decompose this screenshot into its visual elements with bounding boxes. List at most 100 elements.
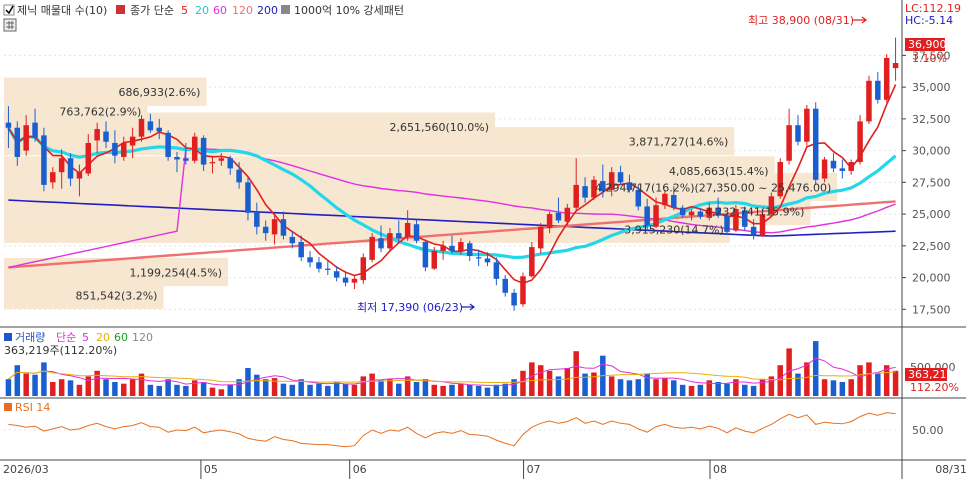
volume-bar bbox=[875, 373, 881, 396]
volume-bar bbox=[671, 380, 677, 396]
volume-profile-label: 2,651,560(10.0%) bbox=[389, 121, 489, 134]
candle-body bbox=[14, 127, 21, 157]
volume-bar bbox=[351, 384, 358, 396]
candle-body bbox=[50, 172, 56, 183]
candle-body bbox=[316, 262, 322, 269]
volume-bar bbox=[129, 379, 136, 396]
volume-bar bbox=[449, 384, 455, 396]
candle-body bbox=[325, 268, 331, 270]
candle-body bbox=[537, 226, 544, 249]
volume-bar bbox=[121, 383, 127, 396]
volume-bar bbox=[307, 384, 313, 396]
candle-body bbox=[227, 158, 233, 169]
current-change: 1.10% bbox=[912, 52, 947, 65]
candle-body bbox=[156, 127, 162, 132]
ma-60-label[interactable]: 60 bbox=[213, 4, 227, 17]
candle-body bbox=[422, 242, 429, 268]
volume-profile-label: 3,871,727(14.6%) bbox=[629, 136, 729, 149]
candle-body bbox=[200, 137, 207, 165]
price-tick-label: 35,000 bbox=[912, 81, 951, 94]
candle-body bbox=[697, 211, 704, 217]
volume-bar bbox=[795, 373, 801, 396]
candle-body bbox=[662, 193, 668, 206]
time-tick-label: 07 bbox=[527, 463, 541, 476]
volume-bar bbox=[50, 382, 56, 396]
checkbox-label: 제닉 매물대 수(10) bbox=[17, 4, 107, 17]
candle-body bbox=[502, 278, 508, 293]
candle-body bbox=[174, 156, 180, 160]
candle-body bbox=[236, 169, 242, 183]
volume-bar bbox=[493, 384, 500, 396]
ma-120-label[interactable]: 120 bbox=[232, 4, 253, 17]
time-tick-label: 08 bbox=[713, 463, 727, 476]
time-tick-label: 05 bbox=[204, 463, 218, 476]
volume-profile-label: 4,232,741(15.9%) bbox=[705, 206, 805, 219]
time-tick-label: 2026/03 bbox=[3, 463, 49, 476]
candle-body bbox=[812, 108, 819, 180]
candle-body bbox=[41, 135, 47, 185]
candle-body bbox=[555, 212, 562, 221]
candle-body bbox=[94, 129, 100, 141]
ma-200-label[interactable]: 200 bbox=[257, 4, 278, 17]
volume-profile-label: 851,542(3.2%) bbox=[75, 289, 157, 302]
candle-body bbox=[866, 80, 872, 122]
candle-body bbox=[76, 172, 83, 179]
candle-body bbox=[475, 257, 482, 259]
volume-bar bbox=[484, 387, 491, 396]
candle-body bbox=[112, 142, 118, 156]
ma-5-label[interactable]: 5 bbox=[181, 4, 188, 17]
volume-bar bbox=[85, 376, 92, 396]
ma-20-label[interactable]: 20 bbox=[195, 4, 209, 17]
volume-bar bbox=[458, 383, 464, 396]
volume-bar bbox=[662, 378, 668, 396]
candle-body bbox=[875, 80, 881, 100]
grid-toggle-icon[interactable] bbox=[3, 18, 17, 32]
rsi-title[interactable]: RSI 14 bbox=[15, 401, 50, 414]
price-chart[interactable]: 37,50035,00032,50030,00027,50025,00022,5… bbox=[0, 0, 966, 479]
volume-color-icon bbox=[4, 333, 12, 341]
candle-body bbox=[449, 245, 455, 251]
volume-title[interactable]: 거래량 bbox=[15, 331, 45, 344]
volume-bar bbox=[103, 379, 109, 396]
volume-bar bbox=[5, 379, 12, 396]
candle-body bbox=[183, 158, 189, 161]
volume-bar bbox=[58, 379, 65, 396]
volume-ma-20[interactable]: 20 bbox=[96, 331, 110, 344]
volume-bar bbox=[653, 379, 659, 396]
candle-body bbox=[218, 158, 225, 161]
volume-bar bbox=[112, 382, 118, 396]
volume-ma-5[interactable]: 5 bbox=[82, 331, 89, 344]
candle-body bbox=[387, 233, 393, 249]
current-price: 36,900 bbox=[908, 38, 947, 51]
volume-ma-label[interactable]: 단순 bbox=[56, 331, 76, 344]
volume-profile-label: 4,294,717(16.2%)(27,350.00 ~ 25,476.00) bbox=[595, 181, 831, 194]
candle-body bbox=[165, 132, 171, 157]
volume-bar bbox=[812, 341, 819, 396]
volume-bar bbox=[804, 362, 810, 396]
volume-bar bbox=[750, 385, 757, 396]
volume-bar bbox=[342, 383, 349, 396]
candle-body bbox=[138, 118, 145, 137]
volume-bar bbox=[892, 370, 899, 396]
candle-body bbox=[67, 158, 74, 179]
candle-body bbox=[245, 182, 251, 213]
candle-body bbox=[129, 136, 136, 146]
volume-bar bbox=[156, 385, 162, 396]
ma-label[interactable]: 종가 단순 bbox=[130, 4, 174, 17]
volume-bar bbox=[466, 384, 473, 396]
volume-ma-60[interactable]: 60 bbox=[114, 331, 128, 344]
candle-body bbox=[466, 243, 473, 256]
candle-body bbox=[342, 277, 349, 283]
volume-bar bbox=[537, 365, 544, 396]
candle-body bbox=[688, 211, 695, 216]
pattern-label[interactable]: 1000억 10% 강세패턴 bbox=[294, 4, 404, 17]
candle-body bbox=[85, 142, 92, 174]
volume-bar bbox=[333, 382, 340, 396]
low-annotation: 최저 17,390 (06/23) bbox=[357, 301, 463, 314]
candle-body bbox=[484, 258, 491, 263]
volume-ma-120[interactable]: 120 bbox=[132, 331, 153, 344]
candle-body bbox=[103, 131, 109, 142]
candle-body bbox=[280, 219, 287, 236]
hc-readout: HC:-5.14 bbox=[905, 14, 953, 27]
price-tick-label: 17,500 bbox=[912, 303, 951, 316]
